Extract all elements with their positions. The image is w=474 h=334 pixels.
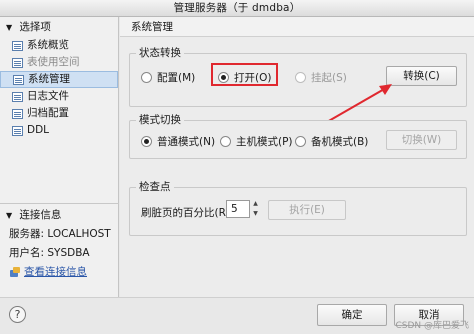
checkpoint-group: 检查点 刷脏页的百分比(R): 5 ▲ ▼ 执行(E) — [129, 179, 467, 236]
radio-standby-mode[interactable]: 备机模式(B) — [295, 134, 368, 149]
stepper-down-icon[interactable]: ▼ — [251, 210, 260, 218]
user-info: 用户名: SYSDBA — [9, 247, 90, 259]
radio-open[interactable]: 打开(O) — [218, 70, 271, 85]
switch-button[interactable]: 切换(W) — [386, 130, 457, 150]
list-icon — [12, 40, 23, 51]
sidebar-item-overview[interactable]: 系统概览 — [0, 37, 118, 54]
checkpoint-group-title: 检查点 — [136, 179, 174, 194]
list-icon — [13, 74, 24, 85]
help-icon[interactable]: ? — [9, 306, 26, 323]
radio-normal-mode[interactable]: 普通模式(N) — [141, 134, 215, 149]
radio-circle-icon — [141, 136, 152, 147]
options-section-label: 选择项 — [19, 21, 51, 33]
radio-label: 备机模式(B) — [311, 136, 369, 148]
radio-label: 打开(O) — [234, 72, 272, 84]
connection-section-header[interactable]: ▼ 连接信息 — [0, 205, 119, 225]
dirty-page-label: 刷脏页的百分比(R): — [141, 207, 234, 219]
sidebar-item-label: DDL — [27, 124, 50, 136]
sidebar-item-label: 表使用空间 — [27, 56, 80, 68]
list-icon — [12, 125, 23, 136]
collapse-caret-icon[interactable]: ▼ — [6, 206, 16, 226]
mode-group-title: 模式切换 — [136, 112, 184, 127]
server-info: 服务器: LOCALHOST — [9, 228, 111, 240]
radio-circle-icon — [295, 136, 306, 147]
connection-icon — [9, 267, 20, 278]
view-connection-link[interactable]: 查看连接信息 — [9, 263, 119, 282]
percent-stepper[interactable]: 5 ▲ ▼ — [226, 200, 260, 218]
dialog-footer: ? 确定 取消 CSDN @库巴爱飞 — [0, 297, 474, 334]
radio-circle-icon — [220, 136, 231, 147]
sidebar-item-ddl[interactable]: DDL — [0, 122, 118, 139]
ok-button[interactable]: 确定 — [317, 304, 387, 326]
radio-circle-icon — [218, 72, 229, 83]
page-title: 系统管理 — [120, 17, 474, 37]
state-transition-group: 状态转换 配置(M) 打开(O) 挂起(S) 转换(C) — [129, 45, 467, 107]
window-titlebar: 管理服务器（于 dmdba） — [0, 0, 474, 17]
main-panel: 系统管理 状态转换 配置(M) 打开(O) 挂起(S) 转换(C) 模式切换 普… — [120, 17, 474, 297]
radio-circle-icon — [295, 72, 306, 83]
list-icon — [12, 57, 23, 68]
list-icon — [12, 108, 23, 119]
collapse-caret-icon[interactable]: ▼ — [6, 18, 16, 38]
radio-label: 主机模式(P) — [236, 136, 293, 148]
sidebar-item-label: 系统管理 — [28, 73, 70, 85]
execute-button[interactable]: 执行(E) — [268, 200, 346, 220]
sidebar-item-label: 系统概览 — [27, 39, 69, 51]
sidebar-item-label: 归档配置 — [27, 107, 69, 119]
sidebar-item-label: 日志文件 — [27, 90, 69, 102]
watermark-text: CSDN @库巴爱飞 — [395, 321, 469, 331]
sidebar: ▼ 选择项 系统概览 表使用空间 系统管理 日志文件 归档配置 DDL ▼ 连接… — [0, 17, 119, 297]
view-connection-label: 查看连接信息 — [24, 266, 87, 278]
radio-primary-mode[interactable]: 主机模式(P) — [220, 134, 293, 149]
radio-circle-icon — [141, 72, 152, 83]
sidebar-item-table-space[interactable]: 表使用空间 — [0, 54, 118, 71]
sidebar-item-system-management[interactable]: 系统管理 — [0, 71, 118, 88]
stepper-up-icon[interactable]: ▲ — [251, 200, 260, 208]
radio-label: 普通模式(N) — [157, 136, 216, 148]
sidebar-divider — [0, 203, 119, 204]
radio-label: 配置(M) — [157, 72, 196, 84]
connection-section-label: 连接信息 — [19, 209, 62, 221]
options-section-header[interactable]: ▼ 选择项 — [0, 17, 118, 37]
window-title: 管理服务器（于 dmdba） — [173, 2, 301, 14]
state-group-title: 状态转换 — [136, 45, 184, 60]
mode-switch-group: 模式切换 普通模式(N) 主机模式(P) 备机模式(B) 切换(W) — [129, 112, 467, 159]
radio-config[interactable]: 配置(M) — [141, 70, 195, 85]
percent-input[interactable]: 5 — [226, 200, 250, 218]
sidebar-item-log-files[interactable]: 日志文件 — [0, 88, 118, 105]
sidebar-item-archive-config[interactable]: 归档配置 — [0, 105, 118, 122]
list-icon — [12, 91, 23, 102]
